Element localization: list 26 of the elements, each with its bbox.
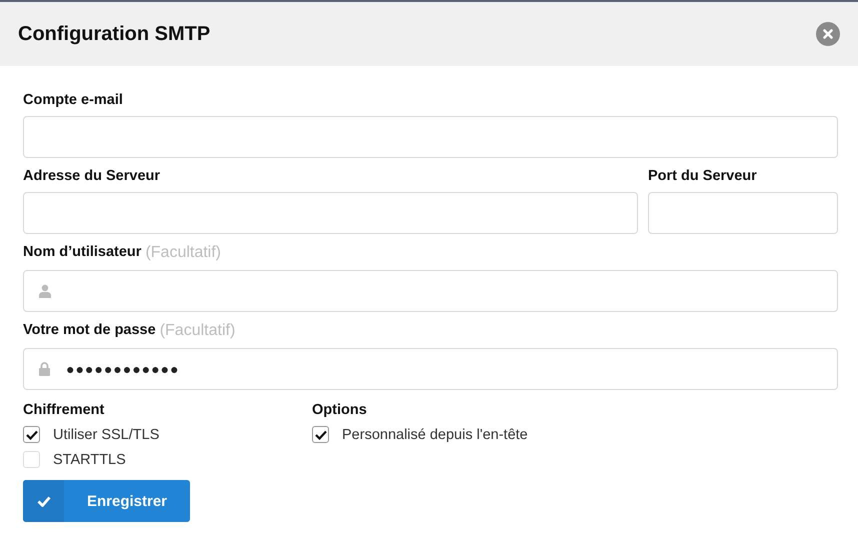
input-field[interactable]: ●●●●●●●●●●●● — [23, 348, 838, 390]
group-title: Options — [312, 402, 368, 418]
input-field[interactable] — [23, 116, 838, 158]
input-field[interactable] — [23, 192, 638, 234]
close-icon — [823, 29, 833, 39]
checkbox-label: STARTTLS — [53, 452, 126, 468]
user-icon — [39, 284, 51, 298]
optional-hint: (Facultatif) — [145, 244, 222, 262]
checkbox-label: Personnalisé depuis l'en-tête — [342, 426, 528, 442]
field-label: Port du Serveur — [648, 168, 757, 184]
checkbox[interactable] — [312, 426, 329, 443]
input-field[interactable] — [648, 192, 838, 234]
checkbox-label: Utiliser SSL/TLS — [53, 426, 160, 442]
close-button[interactable] — [816, 22, 840, 46]
field-label: Votre mot de passe — [23, 322, 156, 340]
save-button[interactable]: Enregistrer — [23, 480, 190, 522]
dialog-title: Configuration SMTP — [18, 22, 210, 46]
checkbox[interactable] — [23, 426, 40, 443]
group-title: Chiffrement — [23, 402, 106, 418]
optional-hint: (Facultatif) — [160, 322, 236, 340]
field-label: Compte e-mail — [23, 92, 123, 108]
check-icon — [36, 496, 50, 506]
field-label: Adresse du Serveur — [23, 168, 160, 184]
lock-icon — [39, 362, 50, 376]
input-field[interactable] — [23, 270, 838, 312]
field-label: Nom d’utilisateur — [23, 244, 142, 262]
